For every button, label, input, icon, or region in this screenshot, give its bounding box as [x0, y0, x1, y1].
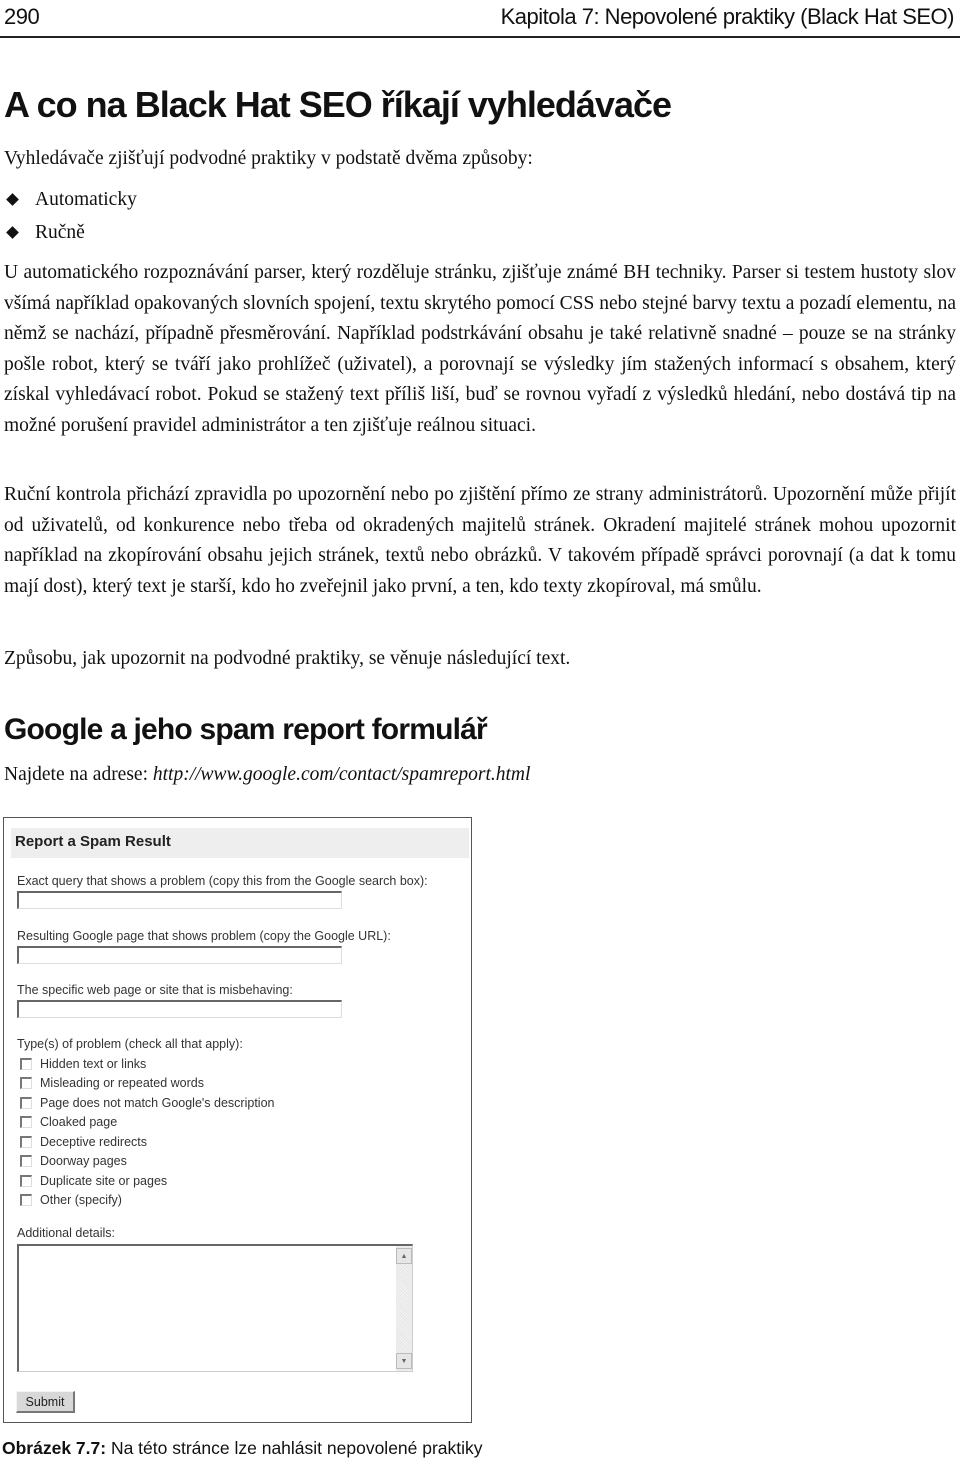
section-heading: A co na Black Hat SEO říkají vyhledávače [4, 84, 672, 125]
checkbox[interactable] [20, 1155, 32, 1167]
checkbox[interactable] [20, 1077, 32, 1089]
form-title-bar: Report a Spam Result [11, 828, 469, 858]
checkbox-duplicate-site[interactable]: Duplicate site or pages [20, 1172, 167, 1190]
checkbox[interactable] [20, 1194, 32, 1206]
checkbox[interactable] [20, 1058, 32, 1070]
paragraph: Způsobu, jak upozornit na podvodné prakt… [4, 648, 571, 669]
checkbox-doorway-pages[interactable]: Doorway pages [20, 1152, 127, 1170]
chapter-title: Kapitola 7: Nepovolené praktiky (Black H… [500, 4, 955, 29]
form-title: Report a Spam Result [15, 833, 171, 850]
checkbox[interactable] [20, 1136, 32, 1148]
spam-report-form-screenshot: Report a Spam Result Exact query that sh… [3, 817, 472, 1423]
diamond-bullet-icon [6, 226, 19, 239]
checkbox-misleading-words[interactable]: Misleading or repeated words [20, 1074, 204, 1092]
query-input[interactable] [17, 891, 342, 909]
figure-caption-label: Obrázek 7.7: [2, 1438, 107, 1458]
bullet-list: Automaticky Ručně [4, 183, 137, 249]
submit-button[interactable]: Submit [16, 1391, 75, 1413]
figure-caption: Obrázek 7.7: Na této stránce lze nahlási… [2, 1438, 483, 1459]
checkbox-hidden-text[interactable]: Hidden text or links [20, 1055, 146, 1073]
list-item: Automaticky [4, 183, 137, 216]
subsection-heading: Google a jeho spam report formulář [4, 713, 488, 746]
list-item: Ručně [4, 216, 137, 249]
checkbox[interactable] [20, 1097, 32, 1109]
problem-types-label: Type(s) of problem (check all that apply… [17, 1037, 243, 1051]
site-label: The specific web page or site that is mi… [17, 983, 293, 997]
scroll-up-arrow-icon[interactable]: ▲ [396, 1248, 412, 1264]
paragraph: U automatického rozpoznávání parser, kte… [4, 262, 956, 436]
paragraph: Ruční kontrola přichází zpravidla po upo… [4, 484, 956, 597]
address-line: Najdete na adrese: http://www.google.com… [4, 764, 530, 786]
query-label: Exact query that shows a problem (copy t… [17, 874, 428, 888]
figure-caption-text: Na této stránce lze nahlásit nepovolené … [106, 1438, 483, 1458]
textarea-scrollbar[interactable]: ▲ ▼ [396, 1246, 412, 1371]
result-url-input[interactable] [17, 946, 342, 964]
scroll-down-arrow-icon[interactable]: ▼ [396, 1353, 412, 1369]
details-label: Additional details: [17, 1226, 115, 1240]
address-url-link[interactable]: http://www.google.com/contact/spamreport… [153, 764, 531, 785]
checkbox[interactable] [20, 1175, 32, 1187]
checkbox[interactable] [20, 1116, 32, 1128]
checkbox-page-mismatch[interactable]: Page does not match Google's description [20, 1094, 274, 1112]
checkbox-other[interactable]: Other (specify) [20, 1191, 122, 1209]
diamond-bullet-icon [6, 193, 19, 206]
details-textarea[interactable]: ▲ ▼ [17, 1244, 413, 1372]
checkbox-cloaked-page[interactable]: Cloaked page [20, 1113, 117, 1131]
page-number: 290 [4, 4, 40, 29]
running-header: 290 Kapitola 7: Nepovolené praktiky (Bla… [0, 0, 960, 38]
address-label: Najdete na adrese: [4, 764, 153, 785]
result-url-label: Resulting Google page that shows problem… [17, 929, 391, 943]
site-input[interactable] [17, 1000, 342, 1018]
intro-text: Vyhledávače zjišťují podvodné praktiky v… [4, 148, 533, 169]
checkbox-deceptive-redirects[interactable]: Deceptive redirects [20, 1133, 147, 1151]
